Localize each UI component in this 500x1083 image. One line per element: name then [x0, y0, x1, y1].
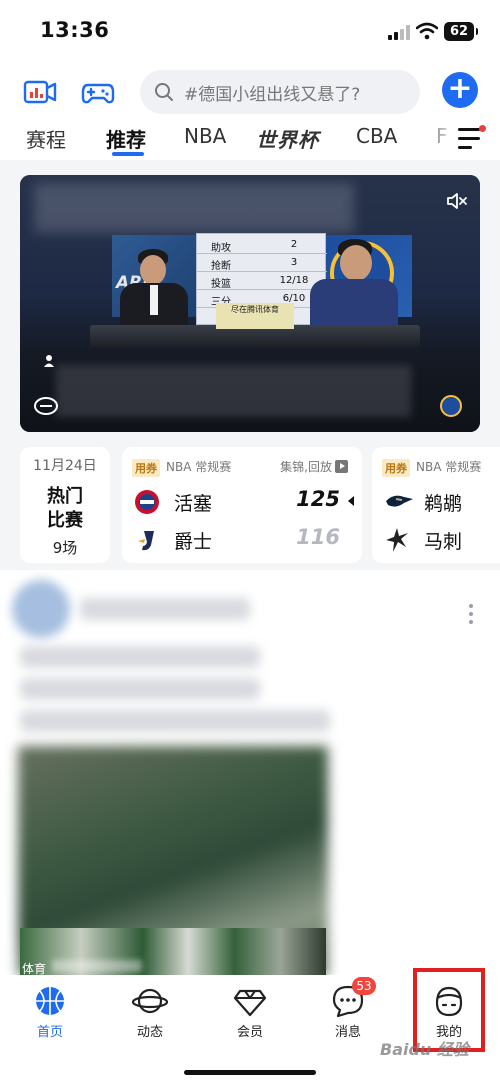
notification-dot — [479, 125, 486, 132]
nav-home[interactable]: 首页 — [10, 981, 90, 1041]
blurred-overlay — [34, 183, 354, 233]
blurred-author — [80, 598, 250, 620]
highlights-link[interactable]: 集锦,回放 — [280, 458, 348, 475]
watermark: Baidu 经验 — [380, 1040, 469, 1059]
live-video-icon[interactable] — [22, 74, 58, 110]
battery-icon: 62 — [444, 22, 478, 41]
coupon-badge: 用券 — [382, 459, 410, 477]
hot-games-title: 热门 比赛 — [47, 486, 83, 531]
team-name: 鹈鹕 — [424, 493, 463, 515]
nav-label: 消息 — [334, 1025, 361, 1040]
winner-arrow-icon — [348, 496, 354, 506]
tab-nba[interactable]: NBA — [184, 124, 226, 148]
signal-icon — [388, 24, 410, 40]
team-name: 马刺 — [424, 531, 463, 553]
nav-messages[interactable]: 53 消息 — [308, 977, 388, 1041]
team-row-home: 活塞 125 — [134, 487, 354, 517]
plus-icon: + — [447, 71, 473, 106]
search-placeholder: #德国小组出线又悬了? — [184, 85, 361, 105]
gamepad-icon[interactable] — [80, 74, 116, 110]
channel-menu-button[interactable] — [458, 125, 486, 150]
team-score: 125 — [296, 487, 340, 511]
video-player[interactable]: ARR 助攻2 抢断3 投篮12/18 三分6/10 尽在腾讯体育 — [20, 175, 480, 432]
home-indicator[interactable] — [184, 1070, 316, 1075]
jazz-logo-icon — [138, 531, 154, 551]
author-avatar[interactable] — [12, 580, 70, 638]
game-card[interactable]: 用券 NBA 常规赛 鹈鹕 马刺 — [372, 447, 500, 563]
team-row-away: 马刺 — [384, 525, 500, 555]
tabs-fade — [420, 120, 460, 160]
team-name: 活塞 — [174, 493, 213, 515]
top-bar: #德国小组出线又悬了? + — [0, 64, 500, 120]
unread-badge: 53 — [352, 977, 376, 995]
search-bar[interactable]: #德国小组出线又悬了? — [140, 70, 420, 114]
blurred-overlay-bottom — [56, 365, 411, 417]
spurs-logo-icon — [386, 528, 408, 552]
game-card[interactable]: 用券 NBA 常规赛 集锦,回放 活塞 125 爵士 116 — [122, 447, 362, 563]
blurred-text — [20, 710, 330, 732]
tab-recommend[interactable]: 推荐 — [106, 124, 146, 153]
play-icon — [335, 460, 348, 473]
team-score: 116 — [296, 525, 340, 549]
pistons-logo-icon — [135, 490, 159, 514]
user-icon — [44, 355, 54, 367]
planet-icon — [132, 988, 168, 1014]
pelicans-logo-icon — [386, 495, 413, 507]
publish-button[interactable]: + — [442, 72, 478, 108]
image-caption: 体育 — [22, 962, 47, 975]
nav-label: 会员 — [236, 1025, 263, 1040]
blurred-text — [20, 646, 260, 668]
status-time: 13:36 — [40, 18, 110, 42]
game-league: NBA 常规赛 — [416, 460, 482, 474]
search-icon — [155, 83, 173, 101]
hot-games-card[interactable]: 11月24日 热门 比赛 9场 — [20, 447, 110, 563]
team-name: 爵士 — [174, 531, 213, 553]
games-count: 9场 — [52, 539, 78, 557]
feed-post[interactable]: 体育 — [0, 570, 500, 975]
tab-cba[interactable]: CBA — [356, 124, 397, 148]
blurred-text — [20, 678, 260, 700]
warriors-logo — [440, 395, 462, 417]
coupon-badge: 用券 — [132, 459, 160, 477]
nav-feed[interactable]: 动态 — [110, 981, 190, 1041]
tab-schedule[interactable]: 赛程 — [26, 124, 66, 153]
status-bar: 13:36 62 — [0, 0, 500, 64]
category-tabs: 赛程 推荐 NBA 世界杯 CBA F — [0, 120, 500, 160]
team-row-away: 爵士 116 — [134, 525, 354, 555]
nav-label: 动态 — [136, 1025, 163, 1040]
tab-world-cup[interactable]: 世界杯 — [256, 124, 319, 153]
nav-label: 首页 — [36, 1025, 63, 1040]
wifi-icon — [416, 22, 438, 40]
active-tab-indicator — [112, 152, 144, 156]
team-row-home: 鹈鹕 — [384, 487, 500, 517]
nav-vip[interactable]: 会员 — [210, 981, 290, 1041]
desk-sign: 尽在腾讯体育 — [216, 303, 294, 329]
tencent-sports-logo — [34, 397, 58, 415]
basketball-icon — [36, 987, 64, 1015]
game-league: NBA 常规赛 — [166, 460, 232, 474]
more-options-icon[interactable] — [468, 604, 474, 624]
diamond-icon — [233, 989, 267, 1017]
games-date: 11月24日 — [33, 458, 97, 474]
mute-icon[interactable] — [446, 191, 468, 211]
